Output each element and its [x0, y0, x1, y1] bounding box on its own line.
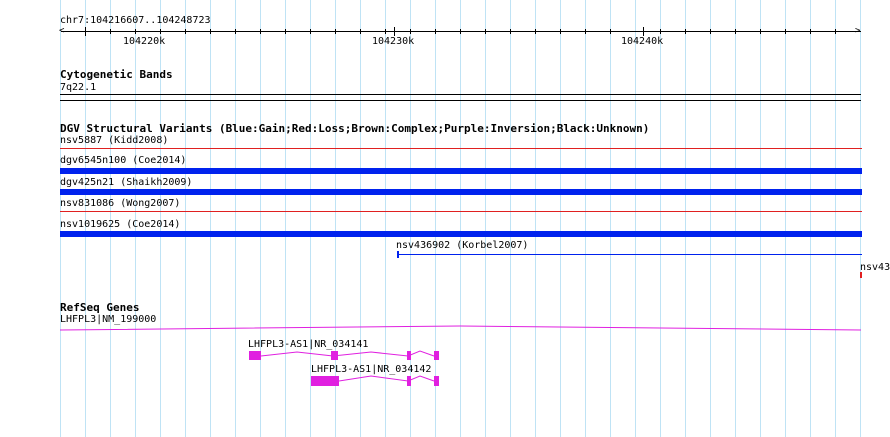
gene-intron-line[interactable] — [59, 325, 862, 331]
gene-models — [59, 325, 862, 386]
gene-exon[interactable] — [434, 351, 439, 360]
gene-exon[interactable] — [331, 351, 338, 360]
gene-intron-line[interactable] — [338, 375, 435, 382]
gene-label[interactable]: LHFPL3-AS1|NR_034141 — [248, 339, 368, 351]
gene-exon[interactable] — [407, 351, 411, 360]
gene-label[interactable]: LHFPL3-AS1|NR_034142 — [311, 364, 431, 376]
gene-exon[interactable] — [311, 376, 339, 386]
gene-exon[interactable] — [434, 376, 439, 386]
genome-browser-view[interactable]: chr7:104216607..104248723 < > — [0, 0, 890, 437]
gene-exon[interactable] — [407, 376, 411, 386]
gene-exon[interactable] — [249, 351, 261, 360]
